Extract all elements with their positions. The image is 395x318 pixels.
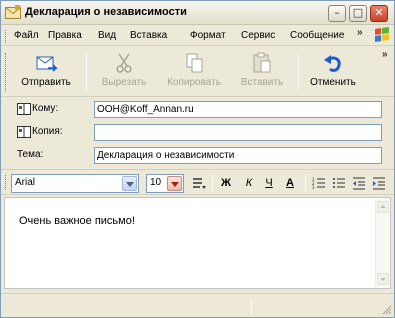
chevron-down-icon[interactable] bbox=[122, 176, 137, 191]
menu-grip[interactable] bbox=[5, 30, 8, 43]
toolbar-overflow-chevron[interactable]: » bbox=[382, 49, 388, 60]
cc-row: Копия: bbox=[1, 123, 394, 145]
menu-tools[interactable]: Сервис bbox=[241, 30, 275, 41]
format-toolbar: Arial 10 Ж К Ч А 1 2 3 bbox=[1, 169, 394, 195]
svg-text:3: 3 bbox=[312, 185, 315, 190]
main-toolbar: Отправить Вырезать Копировать Вставить О… bbox=[1, 47, 394, 97]
format-separator bbox=[212, 175, 213, 191]
toolbar-separator bbox=[298, 53, 299, 91]
vertical-scrollbar[interactable] bbox=[375, 199, 389, 287]
address-book-icon[interactable] bbox=[17, 126, 31, 138]
cc-label[interactable]: Копия: bbox=[32, 126, 63, 137]
address-book-icon[interactable] bbox=[17, 103, 31, 115]
menu-file[interactable]: Файл bbox=[14, 30, 39, 41]
subject-label: Тема: bbox=[17, 149, 44, 160]
toolbar-separator bbox=[86, 53, 87, 91]
cut-button[interactable]: Вырезать bbox=[93, 47, 155, 95]
windows-logo-icon bbox=[375, 27, 389, 42]
menu-bar: Файл Правка Вид Вставка Формат Сервис Со… bbox=[1, 26, 394, 46]
paste-icon bbox=[253, 52, 271, 73]
undo-icon bbox=[324, 55, 341, 72]
message-body[interactable]: Очень важное письмо! bbox=[4, 197, 391, 289]
increase-indent-icon[interactable] bbox=[372, 176, 386, 191]
status-bar bbox=[1, 293, 394, 317]
to-row: Кому: OOH@Koff_Annan.ru bbox=[1, 100, 394, 122]
bullet-list-icon[interactable] bbox=[332, 176, 346, 191]
underline-button[interactable]: Ч bbox=[262, 176, 276, 191]
format-separator bbox=[305, 175, 306, 191]
title-bar[interactable]: Декларация о независимости – □ ✕ bbox=[1, 1, 394, 25]
paste-label: Вставить bbox=[240, 77, 284, 88]
minimize-button[interactable]: – bbox=[328, 5, 346, 22]
font-size-value: 10 bbox=[150, 177, 162, 188]
to-field[interactable]: OOH@Koff_Annan.ru bbox=[94, 101, 382, 118]
format-grip[interactable] bbox=[5, 175, 8, 190]
window-title: Декларация о независимости bbox=[25, 6, 187, 18]
envelope-icon bbox=[5, 5, 21, 19]
scroll-up-button[interactable] bbox=[377, 201, 389, 213]
font-size-select[interactable]: 10 bbox=[146, 174, 184, 193]
scroll-down-button[interactable] bbox=[377, 273, 389, 285]
bold-button[interactable]: Ж bbox=[219, 176, 233, 191]
toolbar-grip[interactable] bbox=[5, 53, 8, 91]
subject-row: Тема: Декларация о независимости bbox=[1, 146, 394, 168]
send-icon bbox=[36, 56, 58, 72]
maximize-button[interactable]: □ bbox=[349, 5, 367, 22]
copy-label: Копировать bbox=[167, 77, 221, 88]
numbered-list-icon[interactable]: 1 2 3 bbox=[312, 176, 326, 191]
paragraph-style-icon[interactable] bbox=[192, 176, 206, 191]
undo-button[interactable]: Отменить bbox=[303, 47, 363, 95]
decrease-indent-icon[interactable] bbox=[352, 176, 366, 191]
cc-field[interactable] bbox=[94, 124, 382, 141]
font-name-select[interactable]: Arial bbox=[11, 174, 139, 193]
compose-window: Декларация о независимости – □ ✕ Файл Пр… bbox=[0, 0, 395, 318]
undo-label: Отменить bbox=[310, 77, 356, 88]
copy-button[interactable]: Копировать bbox=[159, 47, 229, 95]
menu-insert[interactable]: Вставка bbox=[130, 30, 167, 41]
to-label[interactable]: Кому: bbox=[32, 103, 58, 114]
send-button[interactable]: Отправить bbox=[11, 47, 81, 95]
font-color-button[interactable]: А bbox=[283, 176, 297, 191]
status-separator bbox=[251, 300, 252, 314]
menu-overflow-chevron[interactable]: » bbox=[357, 27, 363, 38]
cut-label: Вырезать bbox=[101, 77, 147, 88]
scissors-icon bbox=[116, 53, 132, 73]
message-text: Очень важное письмо! bbox=[19, 215, 135, 227]
menu-format[interactable]: Формат bbox=[190, 30, 226, 41]
menu-view[interactable]: Вид bbox=[98, 30, 116, 41]
menu-edit[interactable]: Правка bbox=[48, 30, 82, 41]
copy-icon bbox=[186, 53, 203, 73]
chevron-down-icon[interactable] bbox=[167, 176, 182, 191]
subject-field[interactable]: Декларация о независимости bbox=[94, 147, 382, 164]
send-label: Отправить bbox=[21, 77, 71, 88]
resize-grip-icon[interactable] bbox=[380, 303, 392, 315]
menu-message[interactable]: Сообщение bbox=[290, 30, 344, 41]
paste-button[interactable]: Вставить bbox=[229, 47, 295, 95]
font-name-value: Arial bbox=[15, 177, 36, 188]
italic-button[interactable]: К bbox=[242, 176, 256, 191]
close-button[interactable]: ✕ bbox=[370, 5, 388, 22]
